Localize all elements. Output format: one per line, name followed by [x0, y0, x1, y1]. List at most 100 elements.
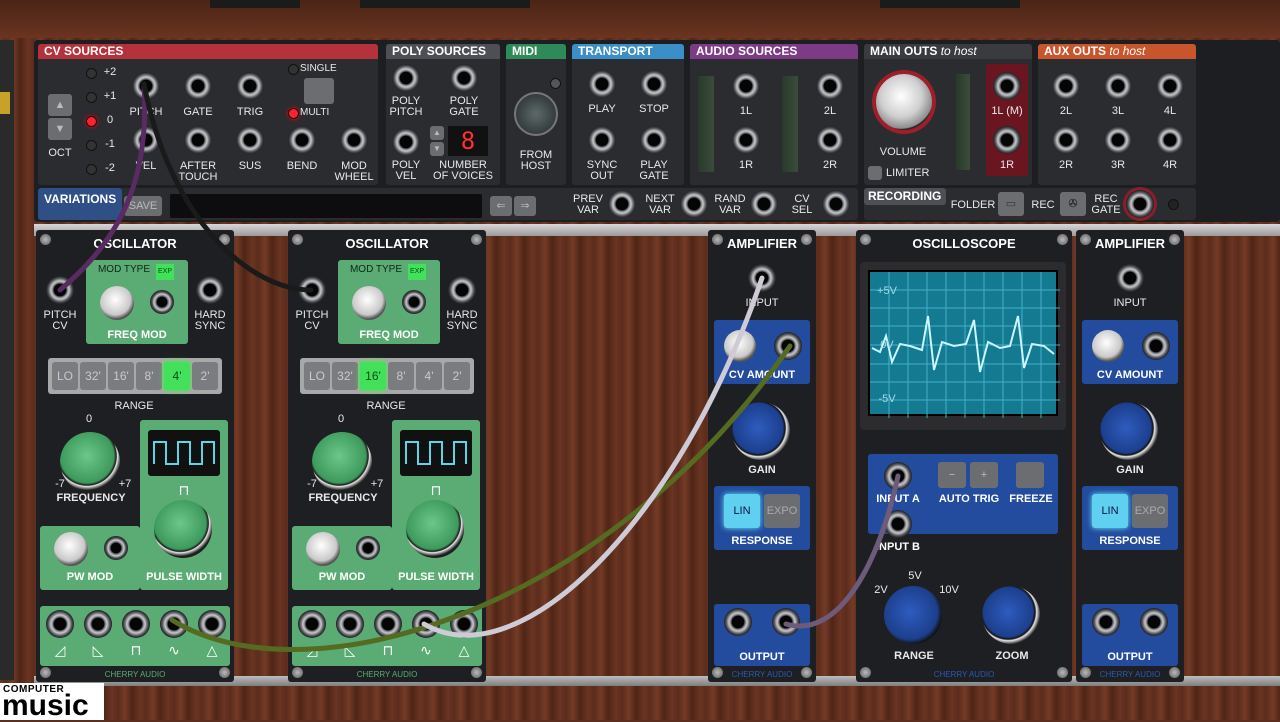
poly-gate-jack[interactable]: [450, 64, 478, 92]
mod-wheel-jack[interactable]: [340, 126, 368, 154]
main-1r-jack[interactable]: [993, 126, 1021, 154]
poly-pitch-jack[interactable]: [392, 64, 420, 92]
osc2-out-ramp-jack[interactable]: [336, 610, 364, 638]
osc1-out-sine-jack[interactable]: [160, 610, 188, 638]
amp1-cv-jack[interactable]: [774, 332, 802, 360]
amp2-output-minus-jack[interactable]: [1092, 608, 1120, 636]
pitch-jack[interactable]: [132, 72, 160, 100]
rec-gate-jack[interactable]: [1126, 190, 1154, 218]
osc1-out-pulse-jack[interactable]: [122, 610, 150, 638]
osc1-pw-mod-knob[interactable]: [54, 532, 88, 566]
amp1-input-jack[interactable]: [748, 264, 776, 292]
audio-1r-jack[interactable]: [732, 126, 760, 154]
prev-var-jack[interactable]: [608, 190, 636, 218]
vel-jack[interactable]: [132, 126, 160, 154]
aux-4l-jack[interactable]: [1156, 72, 1184, 100]
osc2-range-4[interactable]: 4': [416, 362, 442, 390]
audio-2l-jack[interactable]: [816, 72, 844, 100]
osc2-exp-button[interactable]: EXP: [408, 264, 426, 280]
variations-save-button[interactable]: SAVE: [124, 196, 162, 216]
osc2-range-8[interactable]: 8': [388, 362, 414, 390]
volume-knob[interactable]: [876, 74, 932, 130]
scope-input-a-jack[interactable]: [884, 462, 912, 490]
osc1-out-ramp-jack[interactable]: [84, 610, 112, 638]
osc2-out-triangle-jack[interactable]: [450, 610, 478, 638]
aux-3l-jack[interactable]: [1104, 72, 1132, 100]
osc2-range-32[interactable]: 32': [332, 362, 358, 390]
voices-down-button[interactable]: ▼: [430, 142, 444, 156]
rec-button[interactable]: ✇: [1060, 192, 1086, 216]
osc2-out-pulse-jack[interactable]: [374, 610, 402, 638]
osc1-pulse-width-knob[interactable]: [154, 500, 212, 558]
var-prev-arrow-button[interactable]: ⇐: [490, 196, 512, 216]
osc1-frequency-knob[interactable]: [60, 432, 120, 492]
osc1-range-16[interactable]: 16': [108, 362, 134, 390]
osc1-hard-sync-jack[interactable]: [196, 276, 224, 304]
osc1-pitch-cv-jack[interactable]: [46, 276, 74, 304]
osc2-frequency-knob[interactable]: [312, 432, 372, 492]
osc1-out-saw-jack[interactable]: [46, 610, 74, 638]
aux-3r-jack[interactable]: [1104, 126, 1132, 154]
voices-up-button[interactable]: ▲: [430, 126, 444, 140]
osc2-pw-mod-jack[interactable]: [356, 536, 380, 560]
amp1-output-minus-jack[interactable]: [724, 608, 752, 636]
osc1-range-2[interactable]: 2': [192, 362, 218, 390]
aux-2l-jack[interactable]: [1052, 72, 1080, 100]
osc2-range-lo[interactable]: LO: [304, 362, 330, 390]
aftertouch-jack[interactable]: [184, 126, 212, 154]
amp1-gain-knob[interactable]: [732, 402, 790, 460]
oct-up-button[interactable]: ▲: [48, 94, 72, 116]
scope-input-b-jack[interactable]: [884, 510, 912, 538]
osc2-range-2[interactable]: 2': [444, 362, 470, 390]
auto-trig-plus-button[interactable]: +: [970, 462, 998, 488]
osc1-freq-mod-jack[interactable]: [150, 290, 174, 314]
osc1-freq-mod-knob[interactable]: [100, 286, 134, 320]
amp2-cv-amount-knob[interactable]: [1092, 330, 1124, 362]
aux-2r-jack[interactable]: [1052, 126, 1080, 154]
auto-trig-minus-button[interactable]: −: [938, 462, 966, 488]
osc2-pulse-width-knob[interactable]: [406, 500, 464, 558]
osc2-hard-sync-jack[interactable]: [448, 276, 476, 304]
osc2-freq-mod-jack[interactable]: [402, 290, 426, 314]
osc1-out-triangle-jack[interactable]: [198, 610, 226, 638]
play-gate-jack[interactable]: [640, 126, 668, 154]
osc1-range-4[interactable]: 4': [164, 362, 190, 390]
rand-var-jack[interactable]: [750, 190, 778, 218]
amp2-expo-button[interactable]: EXPO: [1132, 494, 1168, 528]
audio-2r-jack[interactable]: [816, 126, 844, 154]
scope-zoom-knob[interactable]: [982, 586, 1040, 644]
osc2-freq-mod-knob[interactable]: [352, 286, 386, 320]
folder-button[interactable]: ▭: [998, 192, 1024, 216]
trig-jack[interactable]: [236, 72, 264, 100]
cv-sel-jack[interactable]: [822, 190, 850, 218]
stop-jack[interactable]: [640, 70, 668, 98]
amp2-output-plus-jack[interactable]: [1140, 608, 1168, 636]
aux-4r-jack[interactable]: [1156, 126, 1184, 154]
osc1-pw-mod-jack[interactable]: [104, 536, 128, 560]
sync-out-jack[interactable]: [588, 126, 616, 154]
poly-vel-jack[interactable]: [392, 128, 420, 156]
audio-1l-jack[interactable]: [732, 72, 760, 100]
amp1-expo-button[interactable]: EXPO: [764, 494, 800, 528]
osc2-range-16[interactable]: 16': [360, 362, 386, 390]
variation-name-field[interactable]: [170, 194, 482, 218]
osc2-out-saw-jack[interactable]: [298, 610, 326, 638]
osc2-out-sine-jack[interactable]: [412, 610, 440, 638]
amp2-lin-button[interactable]: LIN: [1092, 494, 1128, 528]
oct-down-button[interactable]: ▼: [48, 118, 72, 140]
gate-jack[interactable]: [184, 72, 212, 100]
sus-jack[interactable]: [236, 126, 264, 154]
osc1-range-lo[interactable]: LO: [52, 362, 78, 390]
scope-range-knob[interactable]: [884, 586, 942, 644]
amp1-cv-amount-knob[interactable]: [724, 330, 756, 362]
amp1-output-plus-jack[interactable]: [772, 608, 800, 636]
play-jack[interactable]: [588, 70, 616, 98]
single-multi-toggle[interactable]: [304, 78, 334, 104]
limiter-toggle[interactable]: [868, 166, 882, 180]
amp2-gain-knob[interactable]: [1100, 402, 1158, 460]
freeze-button[interactable]: [1016, 462, 1044, 488]
osc1-exp-button[interactable]: EXP: [156, 264, 174, 280]
osc2-pitch-cv-jack[interactable]: [298, 276, 326, 304]
osc1-range-8[interactable]: 8': [136, 362, 162, 390]
main-1l-jack[interactable]: [993, 72, 1021, 100]
